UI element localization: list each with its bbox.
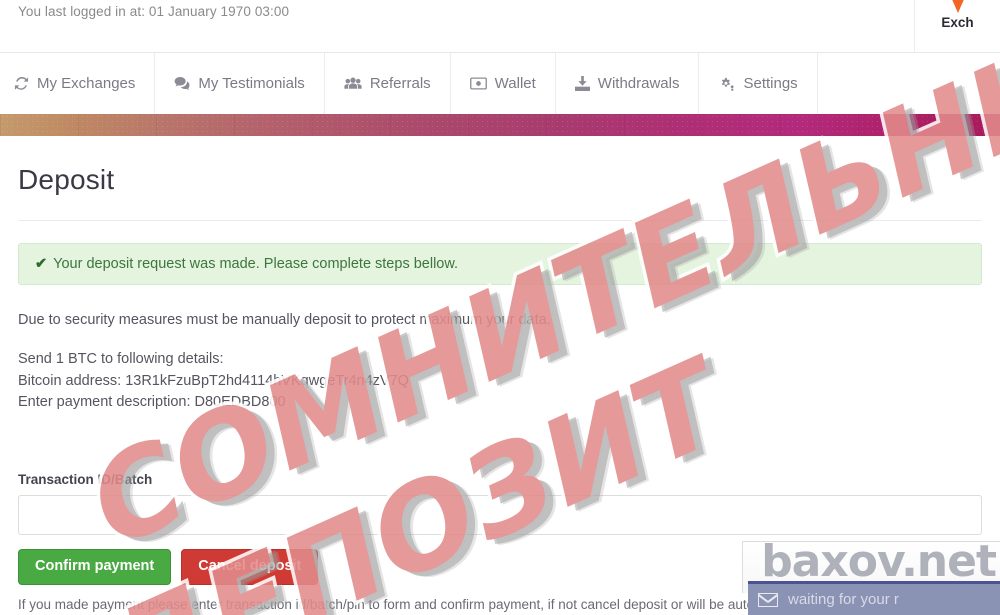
download-tray-icon <box>574 76 590 91</box>
nav-item-referrals[interactable]: Referrals <box>325 53 451 114</box>
title-divider <box>18 220 982 221</box>
transaction-id-label: Transaction ID/Batch <box>18 471 153 487</box>
payment-description-label: Enter payment description: <box>18 394 195 411</box>
main-navigation: My Exchanges My Testimonials Referrals W… <box>0 53 1000 114</box>
check-icon: ✔ <box>35 256 48 272</box>
brand-logo[interactable]: Exch <box>914 0 1000 53</box>
instruction-line: Send 1 BTC to following details: <box>18 351 224 368</box>
envelope-icon <box>758 592 778 607</box>
alert-message: Your deposit request was made. Please co… <box>53 256 459 272</box>
transaction-id-input[interactable] <box>18 494 982 535</box>
top-utility-bar: You last logged in at: 01 January 1970 0… <box>0 0 1000 53</box>
nav-label: Settings <box>743 75 798 92</box>
bitcoin-address-label: Bitcoin address: <box>18 372 126 389</box>
brand-label: Exch <box>941 15 974 30</box>
comment-icon <box>174 76 190 91</box>
page-title: Deposit <box>18 164 115 195</box>
cancel-deposit-button[interactable]: Cancel deposit <box>181 548 319 585</box>
nav-label: Wallet <box>494 75 536 92</box>
band-dot-pattern <box>0 114 1000 136</box>
gears-icon <box>718 76 735 91</box>
security-note: Due to security measures must be manuall… <box>18 312 551 328</box>
chat-widget[interactable]: waiting for your r <box>748 581 1000 615</box>
nav-item-my-testimonials[interactable]: My Testimonials <box>155 53 325 114</box>
nav-item-my-exchanges[interactable]: My Exchanges <box>0 53 156 114</box>
chat-status-text: waiting for your r <box>788 591 899 608</box>
nav-item-withdrawals[interactable]: Withdrawals <box>556 53 700 114</box>
last-login-text: You last logged in at: 01 January 1970 0… <box>18 4 290 19</box>
deposit-instructions: Send 1 BTC to following details: Bitcoin… <box>18 349 982 413</box>
decorative-gradient-band <box>0 114 1000 136</box>
nav-label: My Exchanges <box>37 75 136 92</box>
status-badge-success: ✔ Your deposit request was made. Please c… <box>18 243 982 285</box>
bitcoin-address-row: Bitcoin address: 13R1kFzuBpT2hd4114hVKqw… <box>18 371 982 392</box>
nav-item-settings[interactable]: Settings <box>699 53 818 114</box>
payment-description-row: Enter payment description: D80EDBD800 <box>18 392 982 413</box>
nav-label: Referrals <box>369 75 431 92</box>
payment-description-value: D80EDBD800 <box>194 394 286 411</box>
users-group-icon <box>344 77 362 91</box>
money-bill-icon <box>469 77 487 90</box>
refresh-icon <box>14 76 29 91</box>
orange-triangle-logo-icon <box>950 0 965 13</box>
bitcoin-address-value: 13R1kFzuBpT2hd4114hVKqwgeTr4n4zV7Q <box>125 372 409 389</box>
confirm-payment-button[interactable]: Confirm payment <box>18 548 172 585</box>
nav-label: My Testimonials <box>198 75 305 92</box>
nav-label: Withdrawals <box>597 75 680 92</box>
page-root: You last logged in at: 01 January 1970 0… <box>0 0 1000 615</box>
nav-item-wallet[interactable]: Wallet <box>451 53 556 114</box>
